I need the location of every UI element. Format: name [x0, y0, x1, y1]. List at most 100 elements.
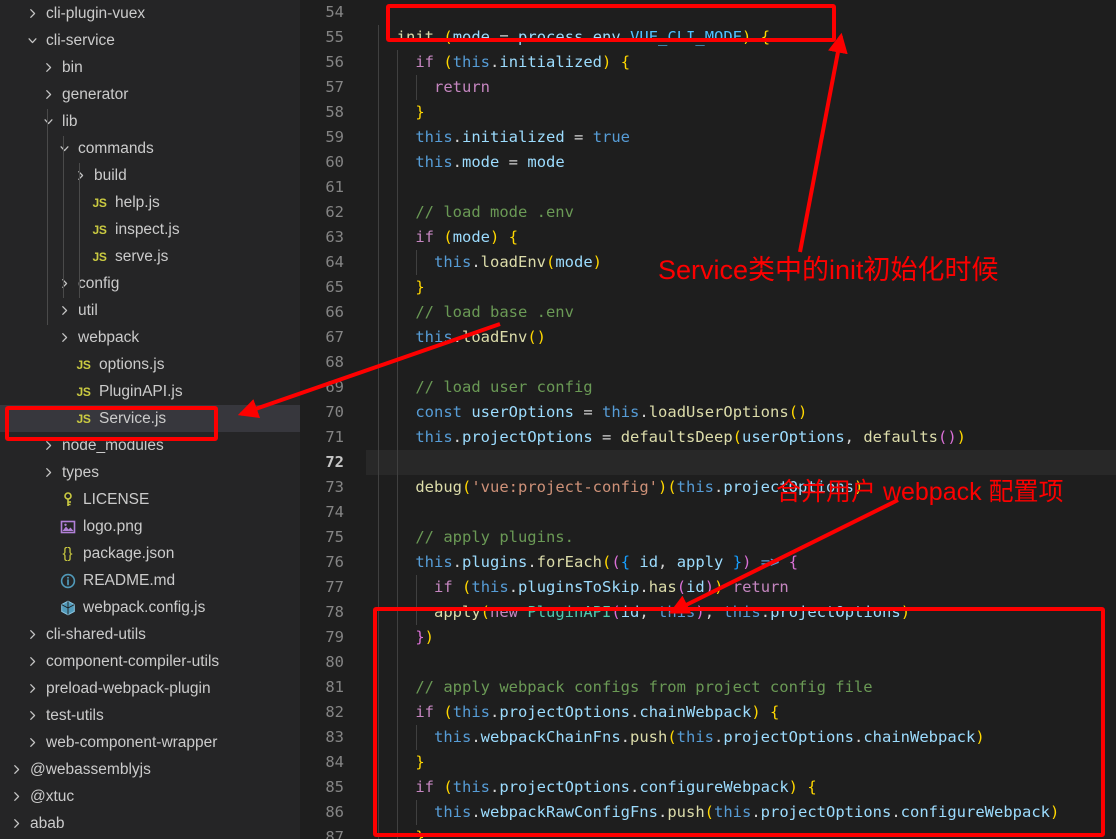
code-line-content[interactable]: apply(new PluginAPI(id, this), this.proj… [366, 600, 1116, 625]
code-line[interactable]: 77 if (this.pluginsToSkip.has(id)) retur… [300, 575, 1116, 600]
code-line[interactable]: 61 [300, 175, 1116, 200]
chevron-right-icon[interactable] [40, 81, 57, 108]
chevron-down-icon[interactable] [56, 135, 73, 162]
code-line-content[interactable]: } [366, 100, 1116, 125]
file-tree-item[interactable]: config [0, 270, 300, 297]
chevron-right-icon[interactable] [72, 162, 89, 189]
chevron-right-icon[interactable] [24, 675, 41, 702]
file-tree-item[interactable]: @xtuc [0, 783, 300, 810]
file-tree-item[interactable]: cli-plugin-vuex [0, 0, 300, 27]
file-tree-item[interactable]: component-compiler-utils [0, 648, 300, 675]
code-line-content[interactable]: } [366, 275, 1116, 300]
chevron-right-icon[interactable] [24, 702, 41, 729]
code-line-content[interactable] [366, 500, 1116, 525]
file-tree-item[interactable]: JS options.js [0, 351, 300, 378]
code-line-content[interactable]: // load mode .env [366, 200, 1116, 225]
file-tree-item[interactable]: {} package.json [0, 540, 300, 567]
chevron-right-icon[interactable] [24, 729, 41, 756]
chevron-right-icon[interactable] [24, 648, 41, 675]
chevron-right-icon[interactable] [56, 270, 73, 297]
code-line[interactable]: 73 debug('vue:project-config')(this.proj… [300, 475, 1116, 500]
code-line-content[interactable]: if (this.pluginsToSkip.has(id)) return [366, 575, 1116, 600]
file-tree-item[interactable]: JS serve.js [0, 243, 300, 270]
code-line[interactable]: 70 const userOptions = this.loadUserOpti… [300, 400, 1116, 425]
file-tree-item[interactable]: build [0, 162, 300, 189]
code-lines[interactable]: 54 55 init (mode = process.env.VUE_CLI_MO… [300, 0, 1116, 839]
file-tree-item[interactable]: README.md [0, 567, 300, 594]
file-tree-item[interactable]: JS help.js [0, 189, 300, 216]
code-line-current[interactable]: 72 [300, 450, 1116, 475]
code-line-content[interactable]: if (mode) { [366, 225, 1116, 250]
code-line-content[interactable]: debug('vue:project-config')(this.project… [366, 475, 1116, 500]
code-line[interactable]: 85 if (this.projectOptions.configureWebp… [300, 775, 1116, 800]
code-line-content[interactable]: this.loadEnv() [366, 325, 1116, 350]
code-line-content[interactable]: this.webpackChainFns.push(this.projectOp… [366, 725, 1116, 750]
code-line-content[interactable]: if (this.projectOptions.chainWebpack) { [366, 700, 1116, 725]
code-line-content[interactable]: // load base .env [366, 300, 1116, 325]
code-line[interactable]: 65 } [300, 275, 1116, 300]
code-line[interactable]: 74 [300, 500, 1116, 525]
file-tree-item[interactable]: bin [0, 54, 300, 81]
code-line[interactable]: 84 } [300, 750, 1116, 775]
code-line[interactable]: 62 // load mode .env [300, 200, 1116, 225]
chevron-right-icon[interactable] [8, 810, 25, 837]
code-line[interactable]: 81 // apply webpack configs from project… [300, 675, 1116, 700]
file-tree-item[interactable]: generator [0, 81, 300, 108]
chevron-right-icon[interactable] [56, 324, 73, 351]
code-line[interactable]: 63 if (mode) { [300, 225, 1116, 250]
code-line-content[interactable] [366, 0, 1116, 25]
file-tree-item[interactable]: lib [0, 108, 300, 135]
code-line[interactable]: 54 [300, 0, 1116, 25]
file-tree-item[interactable]: webpack.config.js [0, 594, 300, 621]
file-tree-item[interactable]: cli-shared-utils [0, 621, 300, 648]
code-line[interactable]: 78 apply(new PluginAPI(id, this), this.p… [300, 600, 1116, 625]
chevron-right-icon[interactable] [40, 54, 57, 81]
chevron-down-icon[interactable] [24, 27, 41, 54]
file-tree-item[interactable]: web-component-wrapper [0, 729, 300, 756]
file-tree-item[interactable]: @webassemblyjs [0, 756, 300, 783]
code-line[interactable]: 79 }) [300, 625, 1116, 650]
code-line[interactable]: 68 [300, 350, 1116, 375]
code-line[interactable]: 86 this.webpackRawConfigFns.push(this.pr… [300, 800, 1116, 825]
file-tree-item[interactable]: util [0, 297, 300, 324]
code-line[interactable]: 56 if (this.initialized) { [300, 50, 1116, 75]
code-line[interactable]: 76 this.plugins.forEach(({ id, apply }) … [300, 550, 1116, 575]
file-tree-item[interactable]: LICENSE [0, 486, 300, 513]
file-tree-item[interactable]: cli-service [0, 27, 300, 54]
code-line-content[interactable] [366, 650, 1116, 675]
file-tree-item[interactable]: webpack [0, 324, 300, 351]
chevron-right-icon[interactable] [8, 756, 25, 783]
code-line[interactable]: 60 this.mode = mode [300, 150, 1116, 175]
code-line[interactable]: 66 // load base .env [300, 300, 1116, 325]
code-line[interactable]: 57 return [300, 75, 1116, 100]
code-line-content[interactable] [366, 350, 1116, 375]
chevron-right-icon[interactable] [56, 297, 73, 324]
chevron-right-icon[interactable] [40, 459, 57, 486]
code-line-content[interactable]: } [366, 825, 1116, 839]
code-line[interactable]: 55 init (mode = process.env.VUE_CLI_MODE… [300, 25, 1116, 50]
chevron-right-icon[interactable] [24, 621, 41, 648]
code-editor[interactable]: 54 55 init (mode = process.env.VUE_CLI_MO… [300, 0, 1116, 839]
code-line-content[interactable]: this.loadEnv(mode) [366, 250, 1116, 275]
code-line[interactable]: 71 this.projectOptions = defaultsDeep(us… [300, 425, 1116, 450]
code-line[interactable]: 83 this.webpackChainFns.push(this.projec… [300, 725, 1116, 750]
chevron-right-icon[interactable] [8, 783, 25, 810]
code-line[interactable]: 67 this.loadEnv() [300, 325, 1116, 350]
code-line[interactable]: 87 } [300, 825, 1116, 839]
file-tree-item[interactable]: types [0, 459, 300, 486]
code-line-content[interactable]: this.mode = mode [366, 150, 1116, 175]
code-line-content[interactable]: } [366, 750, 1116, 775]
code-line[interactable]: 59 this.initialized = true [300, 125, 1116, 150]
file-tree-item[interactable]: node_modules [0, 432, 300, 459]
code-line-content[interactable]: this.webpackRawConfigFns.push(this.proje… [366, 800, 1116, 825]
code-line-content[interactable]: }) [366, 625, 1116, 650]
code-line[interactable]: 80 [300, 650, 1116, 675]
code-line-content[interactable] [366, 450, 1116, 475]
code-line[interactable]: 64 this.loadEnv(mode) [300, 250, 1116, 275]
code-line-content[interactable]: if (this.initialized) { [366, 50, 1116, 75]
file-tree-item-selected[interactable]: JS Service.js [0, 405, 300, 432]
file-tree-item[interactable]: preload-webpack-plugin [0, 675, 300, 702]
file-tree-item[interactable]: test-utils [0, 702, 300, 729]
file-tree-item[interactable]: commands [0, 135, 300, 162]
code-line-content[interactable]: this.plugins.forEach(({ id, apply }) => … [366, 550, 1116, 575]
